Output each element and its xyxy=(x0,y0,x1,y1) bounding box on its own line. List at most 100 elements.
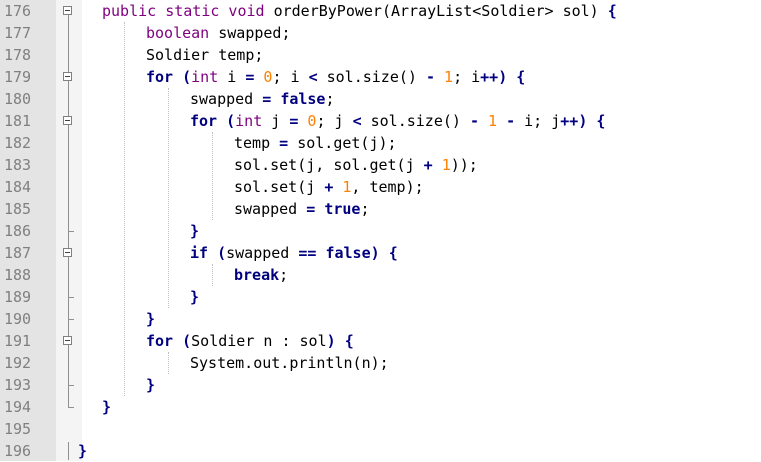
code-token: System.out.println(n); xyxy=(190,354,389,372)
code-line[interactable]: 179 for (int i = 0; i < sol.size() - 1; i… xyxy=(0,66,761,88)
code-line[interactable]: 182 temp = sol.get(j); xyxy=(0,132,761,154)
code-token: for xyxy=(190,112,227,130)
code-line[interactable]: 196} xyxy=(0,440,761,462)
code-text: } xyxy=(78,440,87,462)
code-token: ; i xyxy=(272,68,309,86)
line-number: 179 xyxy=(4,68,32,86)
code-token: if xyxy=(190,244,218,262)
code-line[interactable]: 186} xyxy=(0,220,761,242)
line-number: 181 xyxy=(4,112,32,130)
code-token: orderByPower(ArrayList<Soldier> sol) xyxy=(273,2,608,20)
code-line[interactable]: 180 swapped = false; xyxy=(0,88,761,110)
code-text: System.out.println(n); xyxy=(190,352,389,374)
code-token: { xyxy=(596,112,606,130)
code-token: j xyxy=(271,112,290,130)
code-token: 1 xyxy=(441,156,451,174)
code-token: for xyxy=(146,68,183,86)
code-text: Soldier temp; xyxy=(146,44,263,66)
code-text: temp = sol.get(j); xyxy=(234,132,397,154)
code-text: sol.set(j, sol.get(j + 1)); xyxy=(234,154,478,176)
code-token: ) xyxy=(578,112,597,130)
code-line[interactable]: 189} xyxy=(0,286,761,308)
code-line[interactable]: 191 for (Soldier n : sol) { xyxy=(0,330,761,352)
line-number: 191 xyxy=(4,332,32,350)
code-token: { xyxy=(344,332,354,350)
code-token: sol.set(j, sol.get(j xyxy=(234,156,424,174)
code-token: ( xyxy=(182,332,192,350)
code-token: } xyxy=(190,288,200,306)
code-token: int xyxy=(235,112,272,130)
code-text: } xyxy=(190,286,199,308)
code-line[interactable]: 190} xyxy=(0,308,761,330)
code-token: } xyxy=(190,222,200,240)
code-token: } xyxy=(146,310,156,328)
code-line[interactable]: 195 xyxy=(0,418,761,440)
line-number: 195 xyxy=(4,420,32,438)
code-token: sol.get(j); xyxy=(297,134,397,152)
code-token: i xyxy=(227,68,246,86)
code-text: if (swapped == false) { xyxy=(190,242,398,264)
code-token: swapped; xyxy=(218,24,291,42)
code-token: - xyxy=(425,68,445,86)
code-token: ++ xyxy=(480,68,499,86)
code-editor[interactable]: 176 public static void orderByPower(Array… xyxy=(0,0,761,461)
code-text: sol.set(j + 1, temp); xyxy=(234,176,424,198)
code-token: sol.size() xyxy=(326,68,426,86)
code-token: int xyxy=(191,68,228,86)
line-number: 190 xyxy=(4,310,32,328)
code-line[interactable]: 184 sol.set(j + 1, temp); xyxy=(0,176,761,198)
code-token: ; xyxy=(360,200,370,218)
line-number: 188 xyxy=(4,266,32,284)
code-token: = xyxy=(262,90,281,108)
code-line[interactable]: 177 boolean swapped; xyxy=(0,22,761,44)
code-line[interactable]: 187 if (swapped == false) { xyxy=(0,242,761,264)
code-token: swapped xyxy=(234,200,307,218)
code-line[interactable]: 176 public static void orderByPower(Array… xyxy=(0,0,761,22)
code-text: for (int j = 0; j < sol.size() - 1 - i; … xyxy=(190,110,605,132)
code-token: = xyxy=(245,68,264,86)
code-text: } xyxy=(190,220,199,242)
code-text: for (int i = 0; i < sol.size() - 1; i++)… xyxy=(146,66,525,88)
code-token: + xyxy=(423,156,442,174)
line-number: 180 xyxy=(4,90,32,108)
code-line[interactable]: 192 System.out.println(n); xyxy=(0,352,761,374)
code-token: } xyxy=(78,442,88,460)
line-number: 193 xyxy=(4,376,32,394)
code-line[interactable]: 185 swapped = true; xyxy=(0,198,761,220)
code-token: ( xyxy=(182,68,192,86)
code-token: ++ xyxy=(560,112,579,130)
code-token: false xyxy=(280,90,326,108)
code-text: } xyxy=(146,374,155,396)
code-token: 1 xyxy=(444,68,454,86)
code-token: swapped xyxy=(190,90,263,108)
line-number: 176 xyxy=(4,2,32,20)
code-line[interactable]: 188 break; xyxy=(0,264,761,286)
code-token: } xyxy=(146,376,156,394)
code-token: ) xyxy=(326,332,345,350)
code-token: sol.size() xyxy=(370,112,470,130)
code-text: break; xyxy=(234,264,288,286)
line-number: 182 xyxy=(4,134,32,152)
code-line[interactable]: 178 Soldier temp; xyxy=(0,44,761,66)
code-token: for xyxy=(146,332,183,350)
code-line[interactable]: 194} xyxy=(0,396,761,418)
code-line[interactable]: 193} xyxy=(0,374,761,396)
code-text: for (Soldier n : sol) { xyxy=(146,330,354,352)
code-text: } xyxy=(102,396,111,418)
code-text: swapped = true; xyxy=(234,198,369,220)
code-token: == xyxy=(298,244,326,262)
code-token: = xyxy=(289,112,308,130)
code-token: < xyxy=(352,112,371,130)
code-token: < xyxy=(308,68,327,86)
code-token: break xyxy=(234,266,280,284)
line-number: 185 xyxy=(4,200,32,218)
code-text: public static void orderByPower(ArrayLis… xyxy=(102,0,617,22)
code-line[interactable]: 181 for (int j = 0; j < sol.size() - 1 - … xyxy=(0,110,761,132)
code-token: ) xyxy=(370,244,389,262)
code-token: ( xyxy=(226,112,236,130)
code-token: sol.set(j xyxy=(234,178,325,196)
line-number: 194 xyxy=(4,398,32,416)
code-line[interactable]: 183 sol.set(j, sol.get(j + 1)); xyxy=(0,154,761,176)
code-token: { xyxy=(607,2,617,20)
code-token: ( xyxy=(217,244,227,262)
